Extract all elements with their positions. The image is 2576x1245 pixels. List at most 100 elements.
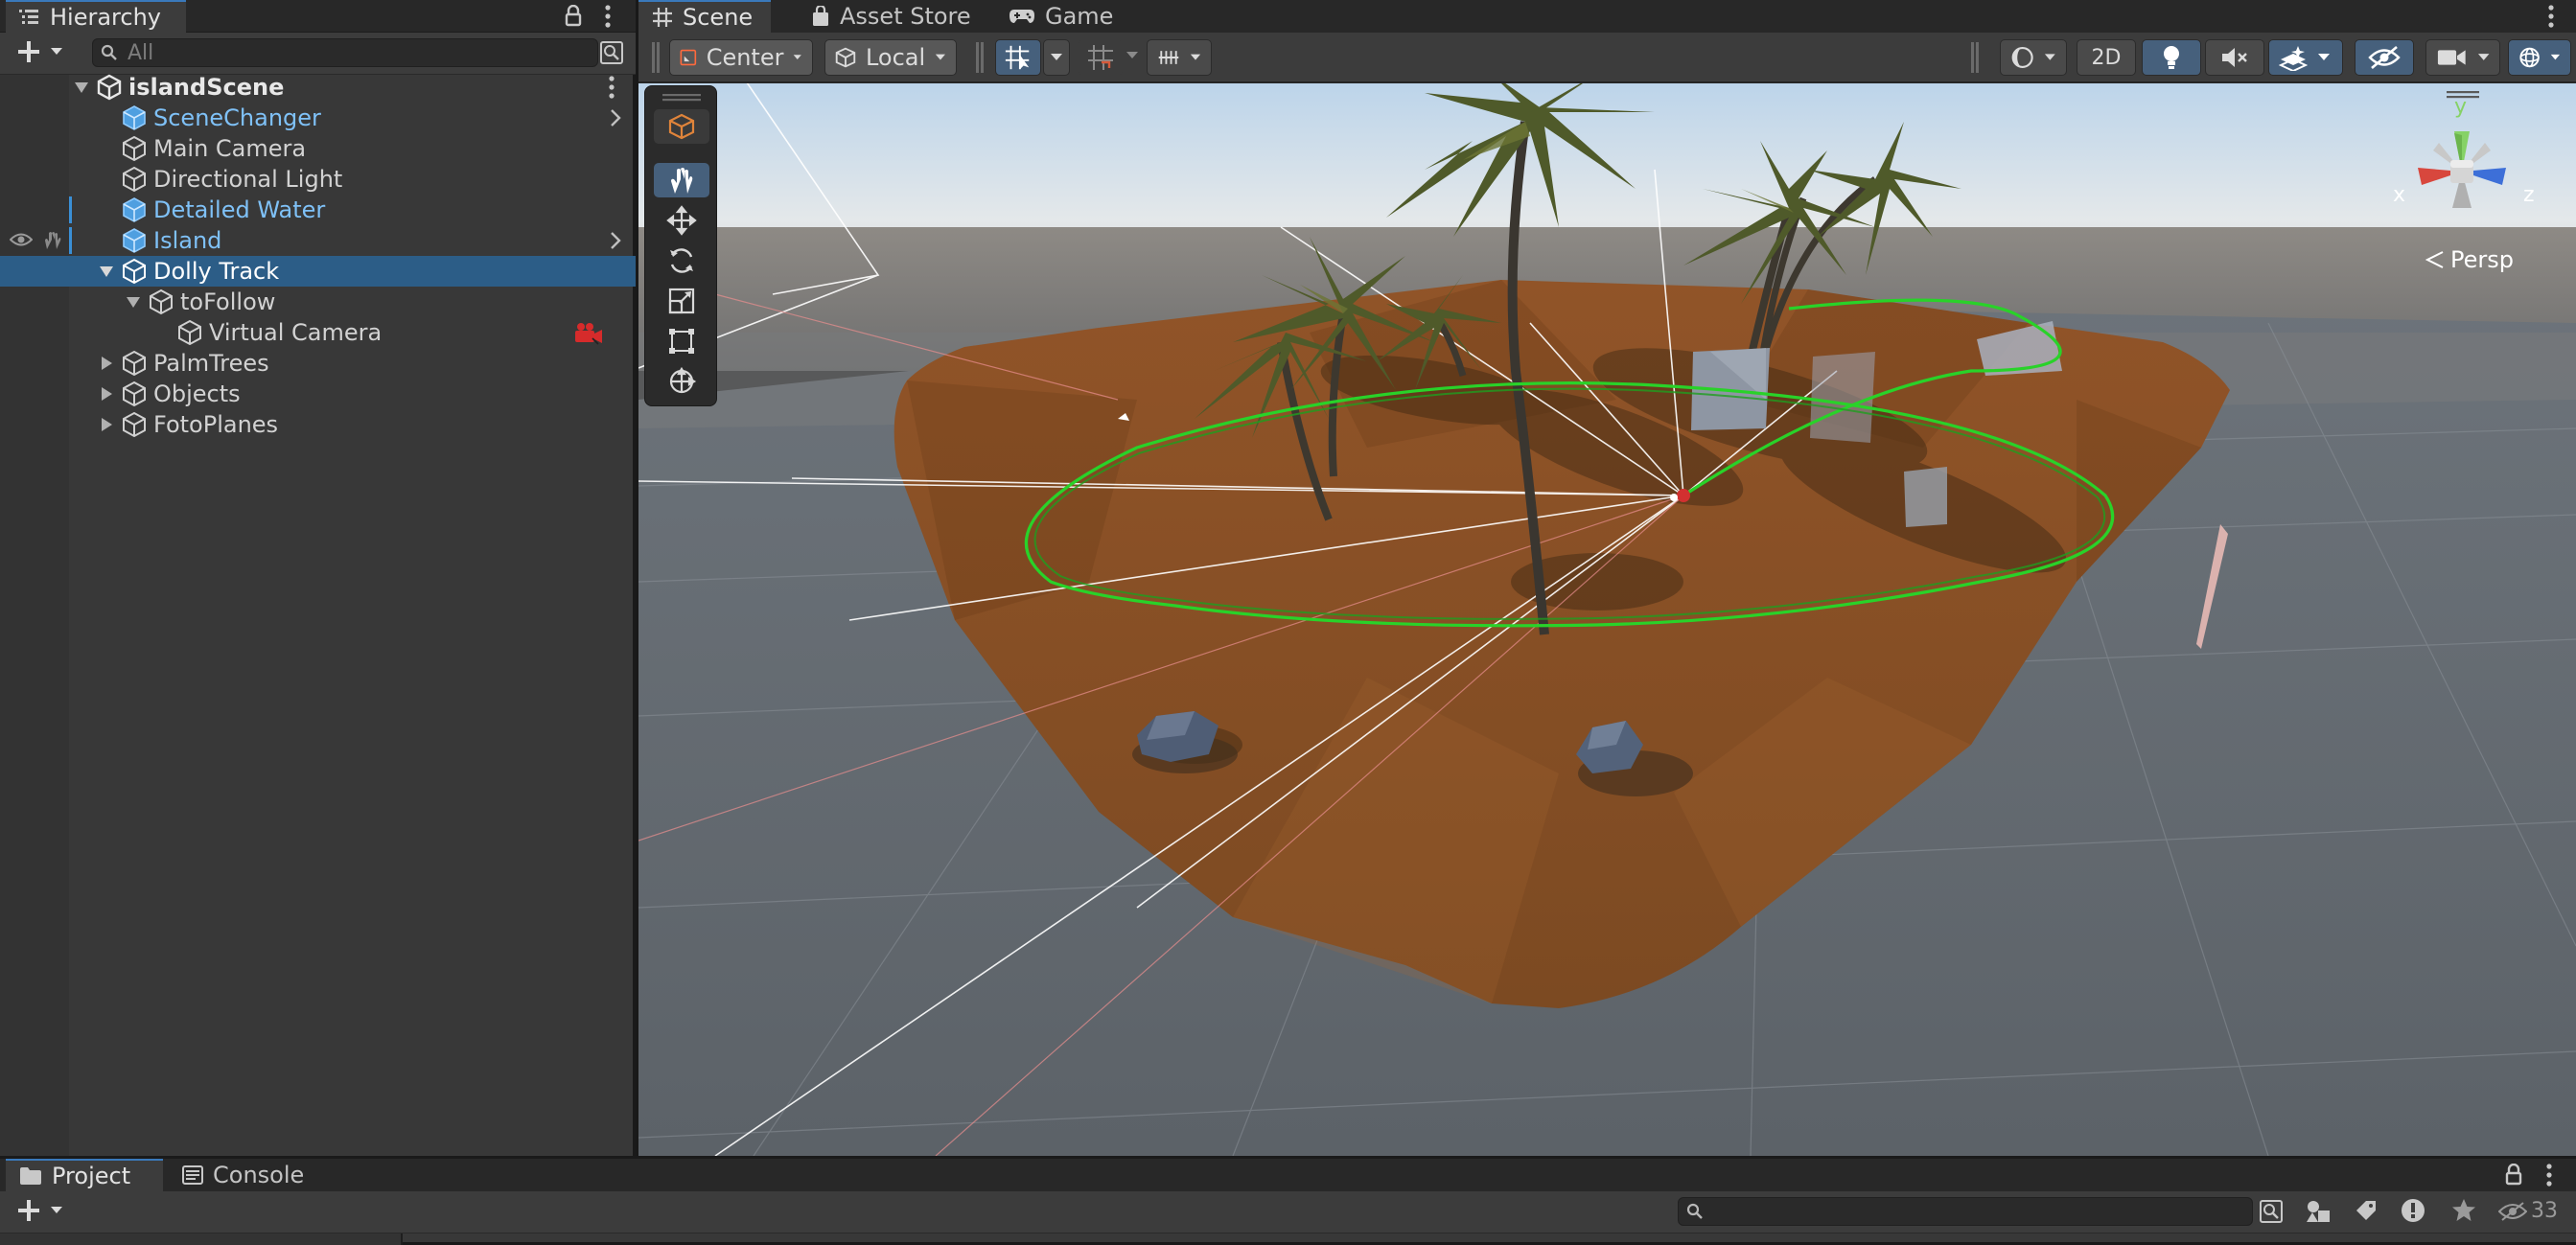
pivot-mode-dropdown[interactable]: Center	[669, 39, 813, 76]
rotate-tool-button[interactable]	[654, 243, 709, 278]
hierarchy-item-palmtrees[interactable]: PalmTrees	[0, 348, 636, 379]
grid-snap-icon	[1005, 45, 1030, 70]
scene-viewport[interactable]: y x z Persp	[638, 83, 2576, 1156]
transform-tool-button[interactable]	[654, 364, 709, 399]
hidden-packages-toggle[interactable]: 33	[2498, 1199, 2558, 1223]
console-icon	[182, 1165, 203, 1185]
increment-snap-toggle[interactable]	[1078, 39, 1124, 76]
tab-console[interactable]: Console	[169, 1159, 317, 1191]
scale-tool-button[interactable]	[654, 284, 709, 318]
hierarchy-item-scenechanger[interactable]: SceneChanger	[0, 103, 636, 133]
tab-asset-store[interactable]: Asset Store	[798, 0, 985, 33]
hierarchy-item-label: Main Camera	[153, 135, 307, 162]
hierarchy-tree: islandScene SceneChanger Main Camera Dir…	[0, 72, 636, 440]
grid-snap-toggle[interactable]	[995, 39, 1041, 76]
gameobject-cube-icon	[121, 258, 148, 285]
hierarchy-item-fotoplanes[interactable]: FotoPlanes	[0, 409, 636, 440]
gizmos-dropdown[interactable]	[2508, 39, 2571, 76]
gameobject-cube-icon	[121, 380, 148, 407]
perspective-icon	[2425, 251, 2444, 268]
grid-snap-dropdown[interactable]	[1043, 39, 1070, 76]
hierarchy-search-input[interactable]: All	[92, 38, 598, 67]
collapse-arrow-icon[interactable]	[98, 416, 115, 433]
draw-mode-dropdown[interactable]	[2000, 39, 2067, 76]
tab-hierarchy-label: Hierarchy	[50, 4, 162, 31]
gameobject-cube-icon	[121, 166, 148, 193]
lock-icon[interactable]	[2504, 1164, 2523, 1187]
view-tool-cube-button[interactable]	[654, 109, 709, 144]
scene-kebab-menu-icon[interactable]	[2547, 4, 2555, 29]
hierarchy-item-objects[interactable]: Objects	[0, 379, 636, 409]
filter-by-type-icon[interactable]	[2305, 1199, 2332, 1224]
kebab-menu-icon[interactable]	[2545, 1163, 2553, 1187]
toggle-2d-button[interactable]: 2D	[2077, 39, 2136, 76]
scene-audio-toggle[interactable]	[2205, 39, 2264, 76]
search-mode-icon[interactable]	[2259, 1199, 2284, 1224]
project-search-input[interactable]	[1678, 1197, 2253, 1226]
hierarchy-item-dolly-track[interactable]: Dolly Track	[0, 256, 636, 287]
filter-by-label-icon[interactable]	[2355, 1199, 2378, 1222]
cinemachine-camera-icon[interactable]	[573, 321, 604, 346]
gameobject-cube-icon	[121, 350, 148, 377]
chevron-down-icon	[51, 1207, 62, 1213]
hierarchy-item-directional-light[interactable]: Directional Light	[0, 164, 636, 195]
gizmo-globe-icon	[2519, 47, 2540, 68]
scene-render	[638, 83, 2576, 1156]
lock-icon[interactable]	[564, 5, 583, 28]
favorite-star-icon[interactable]	[2450, 1197, 2477, 1224]
hierarchy-item-virtual-camera[interactable]: Virtual Camera	[0, 317, 636, 348]
scene-effects-dropdown[interactable]	[2268, 39, 2343, 76]
expand-arrow-icon[interactable]	[73, 79, 90, 96]
hierarchy-item-label: Island	[153, 227, 222, 254]
scene-root-row[interactable]: islandScene	[0, 72, 636, 103]
tab-hierarchy[interactable]: Hierarchy	[6, 0, 186, 33]
chevron-right-icon[interactable]	[610, 231, 621, 250]
gameobject-cube-icon	[121, 411, 148, 438]
hierarchy-item-detailed-water[interactable]: Detailed Water	[0, 195, 636, 225]
hierarchy-item-tofollow[interactable]: toFollow	[0, 287, 636, 317]
search-icon	[101, 44, 117, 60]
pickable-hand-icon[interactable]	[42, 230, 63, 251]
axis-gizmo-icon[interactable]	[2395, 104, 2529, 239]
local-cube-icon	[835, 47, 856, 68]
hierarchy-item-island[interactable]: Island	[0, 225, 636, 256]
projection-toggle[interactable]: Persp	[2425, 246, 2514, 273]
log-warning-icon[interactable]	[2401, 1198, 2425, 1223]
collapse-arrow-icon[interactable]	[98, 385, 115, 403]
search-mode-icon[interactable]	[599, 40, 624, 65]
plus-icon	[18, 41, 39, 62]
expand-arrow-icon[interactable]	[125, 293, 142, 311]
scene-camera-dropdown[interactable]	[2425, 39, 2500, 76]
lightbulb-icon	[2164, 46, 2179, 69]
speaker-mute-icon	[2222, 48, 2247, 67]
collapse-arrow-icon[interactable]	[98, 355, 115, 372]
tab-project[interactable]: Project	[6, 1159, 163, 1191]
chevron-down-icon[interactable]	[1126, 51, 1139, 60]
tab-game[interactable]: Game	[995, 0, 1126, 33]
toolbar-separator-grip-icon	[976, 42, 984, 73]
toolbar-grip-right-icon	[1971, 42, 1979, 73]
hand-tool-button[interactable]	[654, 163, 709, 197]
eye-visibility-icon[interactable]	[10, 231, 33, 248]
scene-lighting-toggle[interactable]	[2142, 39, 2201, 76]
snap-settings-dropdown[interactable]	[1147, 39, 1212, 76]
orientation-gizmo[interactable]: y x z Persp	[2351, 91, 2571, 283]
create-button[interactable]	[15, 38, 63, 65]
overlay-grip-icon[interactable]	[662, 94, 701, 102]
move-tool-button[interactable]	[654, 203, 709, 238]
hierarchy-item-main-camera[interactable]: Main Camera	[0, 133, 636, 164]
pivot-rotation-dropdown[interactable]: Local	[824, 39, 957, 76]
rect-tool-button[interactable]	[654, 324, 709, 358]
tab-console-label: Console	[213, 1162, 305, 1188]
project-create-button[interactable]	[15, 1197, 63, 1224]
tab-game-label: Game	[1045, 3, 1114, 30]
expand-arrow-icon[interactable]	[98, 263, 115, 280]
eye-hidden-icon	[2368, 46, 2401, 69]
tab-scene[interactable]: Scene	[638, 0, 771, 33]
scene-visibility-toggle[interactable]	[2355, 39, 2414, 76]
hierarchy-item-label: FotoPlanes	[153, 411, 279, 438]
scene-menu-kebab-icon[interactable]	[608, 75, 615, 100]
kebab-menu-icon[interactable]	[604, 4, 612, 29]
gizmo-axis-x-label: x	[2393, 183, 2406, 207]
chevron-right-icon[interactable]	[610, 108, 621, 127]
